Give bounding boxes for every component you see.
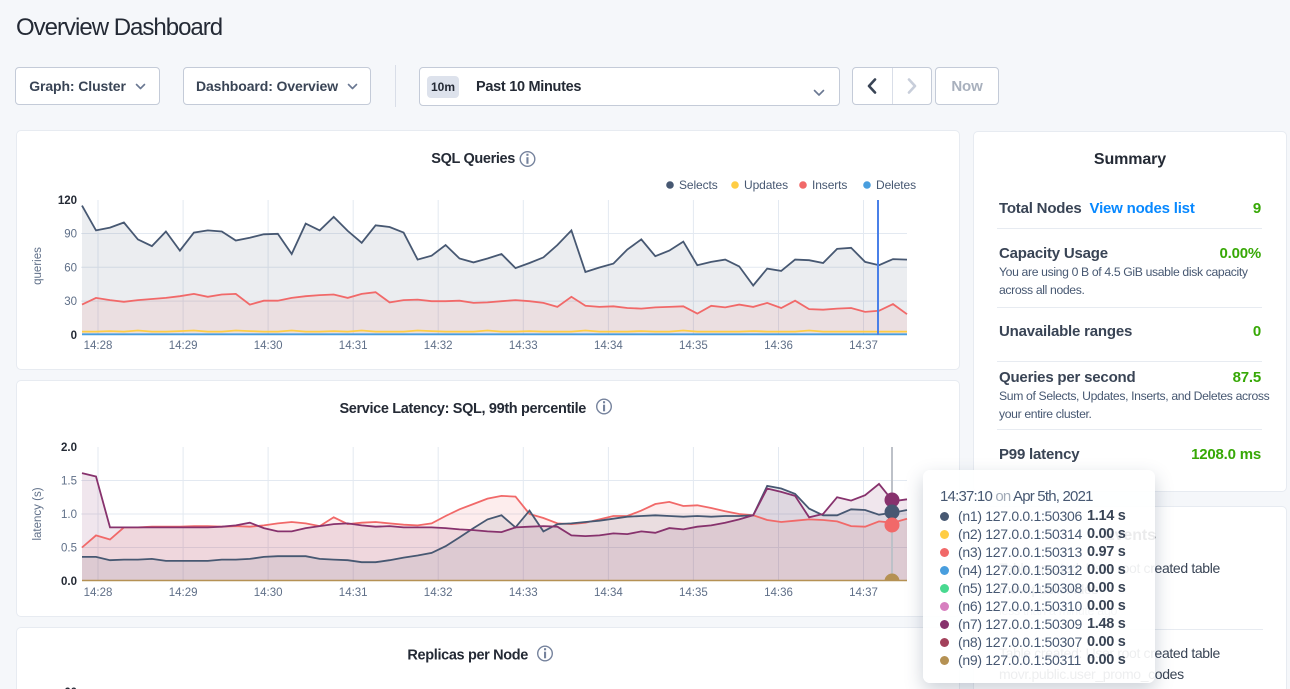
svg-text:14:36: 14:36 [764,587,793,599]
svg-text:14:36: 14:36 [764,340,793,352]
svg-text:Deletes: Deletes [876,178,916,192]
svg-text:14:31: 14:31 [339,587,368,599]
svg-text:30: 30 [64,296,77,308]
svg-text:14:30: 14:30 [254,340,283,352]
svg-text:14:32: 14:32 [424,587,453,599]
svg-text:14:28: 14:28 [84,340,113,352]
svg-text:60: 60 [64,262,77,274]
svg-text:Service Latency: SQL, 99th per: Service Latency: SQL, 99th percentile [339,401,586,417]
svg-text:14:29: 14:29 [169,340,198,352]
svg-text:queries: queries [32,247,44,285]
svg-text:Selects: Selects [679,178,718,192]
svg-text:90: 90 [64,229,77,241]
svg-text:0.0: 0.0 [61,576,77,588]
svg-text:Replicas per Node: Replicas per Node [407,648,528,664]
svg-text:2.0: 2.0 [61,442,77,454]
svg-text:14:32: 14:32 [424,340,453,352]
svg-text:14:29: 14:29 [169,587,198,599]
svg-text:0.5: 0.5 [61,543,77,555]
svg-text:14:28: 14:28 [84,587,113,599]
svg-text:1.0: 1.0 [61,509,77,521]
svg-text:14:34: 14:34 [594,340,623,352]
svg-text:14:37: 14:37 [849,340,878,352]
svg-text:SQL Queries: SQL Queries [431,151,515,167]
svg-text:120: 120 [58,195,77,207]
svg-text:14:35: 14:35 [679,340,708,352]
svg-text:14:33: 14:33 [509,587,538,599]
svg-text:0: 0 [71,330,77,342]
svg-text:14:34: 14:34 [594,587,623,599]
svg-text:14:33: 14:33 [509,340,538,352]
svg-text:Inserts: Inserts [812,178,847,192]
svg-text:1.5: 1.5 [61,476,77,488]
svg-text:latency (s): latency (s) [32,487,44,540]
svg-text:14:30: 14:30 [254,587,283,599]
svg-text:14:31: 14:31 [339,340,368,352]
svg-text:Updates: Updates [744,178,788,192]
svg-text:14:37: 14:37 [849,587,878,599]
svg-text:14:35: 14:35 [679,587,708,599]
